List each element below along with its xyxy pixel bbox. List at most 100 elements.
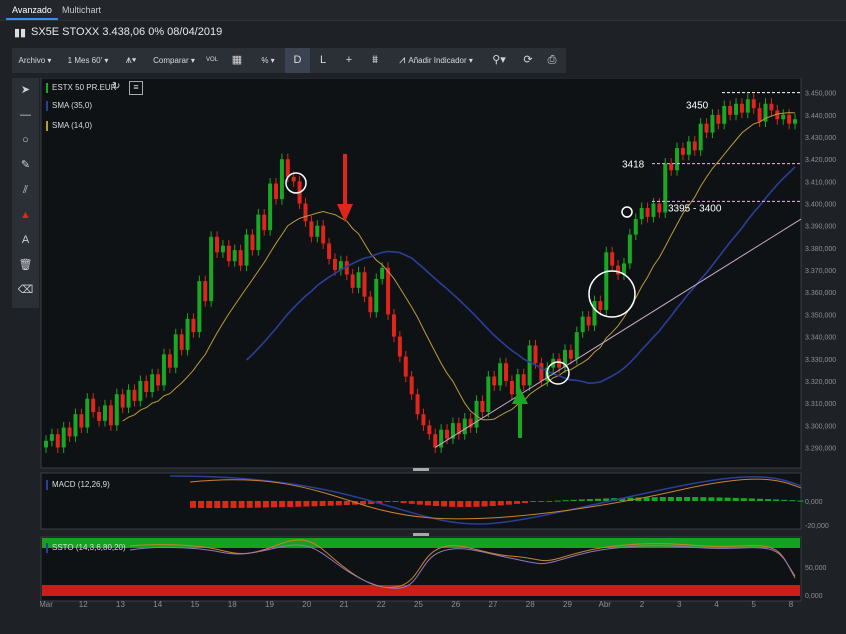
candle	[539, 363, 544, 381]
x-tick-label: 5	[752, 600, 757, 608]
percent-menu[interactable]: % ▾	[256, 48, 280, 73]
candle	[309, 221, 314, 237]
macd-bar	[238, 501, 245, 508]
grid-button[interactable]: ▦	[226, 48, 248, 73]
main-panel	[40, 78, 802, 469]
zoom-menu[interactable]: ⚲▾	[484, 48, 514, 73]
archivo-menu[interactable]: Archivo ▾	[16, 48, 54, 73]
candle	[380, 267, 385, 279]
tab-bar: Avanzado Multichart	[0, 0, 846, 21]
x-tick-label: 19	[265, 600, 274, 608]
y-tick-label: 3.410,000	[805, 179, 836, 186]
chart-area[interactable]: 3.450,000 3.440,000 3.430,000 3.420,000 3.41…	[40, 78, 836, 608]
candle	[97, 411, 102, 421]
main-legend: ESTX 50 PR.EUR	[46, 82, 116, 94]
annotation-3418: 3418	[622, 160, 645, 171]
macd-tick: 0,000	[805, 499, 823, 506]
macd-bar	[781, 499, 788, 501]
candle	[362, 272, 367, 297]
add-indicator-menu[interactable]: ⩘ Añadir Indicador ▾	[390, 48, 482, 73]
trash-icon[interactable]: 🗑	[12, 253, 39, 277]
drawing-tools-sidebar: ➤ — ○ ✎ ⫽ ▲ A 🗑 ⌫	[12, 78, 39, 308]
macd-bar	[651, 497, 658, 501]
cursor-icon[interactable]: ➤	[12, 78, 39, 102]
candle	[262, 214, 267, 231]
y-tick-label: 3.390,000	[805, 224, 836, 231]
crosshair-button[interactable]: +	[338, 48, 360, 73]
chart-type-button[interactable]: ⩚▾	[118, 48, 144, 73]
log-button[interactable]: L	[312, 48, 334, 73]
x-tick-label: 18	[228, 600, 237, 608]
macd-bar	[789, 500, 796, 502]
x-tick-label: 20	[302, 600, 311, 608]
legend-symbol: ESTX 50 PR.EUR	[52, 83, 117, 92]
candle	[321, 225, 326, 244]
y-tick-label: 3.330,000	[805, 357, 836, 364]
y-tick-label: 3.370,000	[805, 268, 836, 275]
marker-icon[interactable]: ▲	[12, 203, 39, 227]
zoom-icon: ⚲▾	[492, 54, 506, 66]
print-icon: ⎙	[547, 54, 557, 66]
daily-button[interactable]: D	[285, 48, 310, 73]
bars-button[interactable]: ⩩	[364, 48, 386, 73]
x-tick-label: 29	[563, 600, 572, 608]
settings-icon[interactable]: ≡	[129, 81, 143, 95]
y-tick-label: 3.290,000	[805, 445, 836, 452]
x-tick-label: 28	[526, 600, 535, 608]
circle-icon[interactable]: ○	[12, 128, 39, 152]
text-icon[interactable]: A	[12, 228, 39, 252]
comparar-menu[interactable]: Comparar ▾	[150, 48, 198, 73]
macd-label: MACD (12,26,9)	[52, 480, 110, 489]
candle	[598, 301, 603, 310]
candle	[85, 398, 90, 428]
x-tick-label: 27	[489, 600, 498, 608]
candle	[226, 245, 231, 262]
candle	[55, 434, 60, 448]
chart-canvas[interactable]: 3.450,000 3.440,000 3.430,000 3.420,000 3.41…	[40, 78, 846, 608]
tab-multichart[interactable]: Multichart	[56, 0, 107, 20]
macd-bar	[603, 498, 610, 501]
eraser-icon[interactable]: ⌫	[12, 278, 39, 302]
print-button[interactable]: ⎙	[542, 48, 562, 73]
y-tick-label: 3.300,000	[805, 423, 836, 430]
period-select[interactable]: 1 Mes 60' ▾	[60, 48, 116, 73]
ssto-oversold-band	[42, 585, 800, 596]
candle	[209, 236, 214, 302]
pen-icon[interactable]: ✎	[12, 153, 39, 177]
line-icon[interactable]: —	[12, 103, 39, 127]
volume-button[interactable]: VOL	[202, 48, 222, 73]
candle	[592, 301, 597, 326]
tab-avanzado[interactable]: Avanzado	[6, 0, 58, 20]
macd-bar	[441, 501, 448, 507]
reload-icon[interactable]: ↻	[112, 81, 124, 93]
x-tick-label: 12	[79, 600, 88, 608]
resize-handle	[413, 468, 429, 471]
candle	[268, 183, 273, 231]
candle	[521, 374, 526, 386]
refresh-button[interactable]: ⟳	[518, 48, 538, 73]
candle	[639, 207, 644, 220]
candle	[586, 316, 591, 326]
y-tick-label: 3.440,000	[805, 113, 836, 120]
candle	[645, 207, 650, 217]
ssto-tick: 0,000	[805, 593, 823, 600]
candle	[120, 394, 125, 408]
candle	[745, 99, 750, 113]
channel-icon[interactable]: ⫽	[12, 178, 39, 202]
candle	[244, 234, 249, 266]
macd-bar	[724, 497, 731, 501]
candle	[203, 281, 208, 302]
x-tick-label: 2	[640, 600, 645, 608]
add-indicator-label: Añadir Indicador ▾	[408, 56, 473, 65]
candle	[433, 434, 438, 448]
macd-bar	[514, 501, 520, 504]
x-tick-label: Abr	[599, 600, 612, 608]
candle	[663, 163, 668, 213]
candle	[73, 414, 78, 437]
candle	[167, 354, 172, 368]
macd-bar	[505, 501, 512, 505]
candle	[285, 159, 290, 177]
candle	[480, 400, 485, 412]
candle	[504, 363, 509, 381]
macd-bar	[303, 501, 310, 507]
